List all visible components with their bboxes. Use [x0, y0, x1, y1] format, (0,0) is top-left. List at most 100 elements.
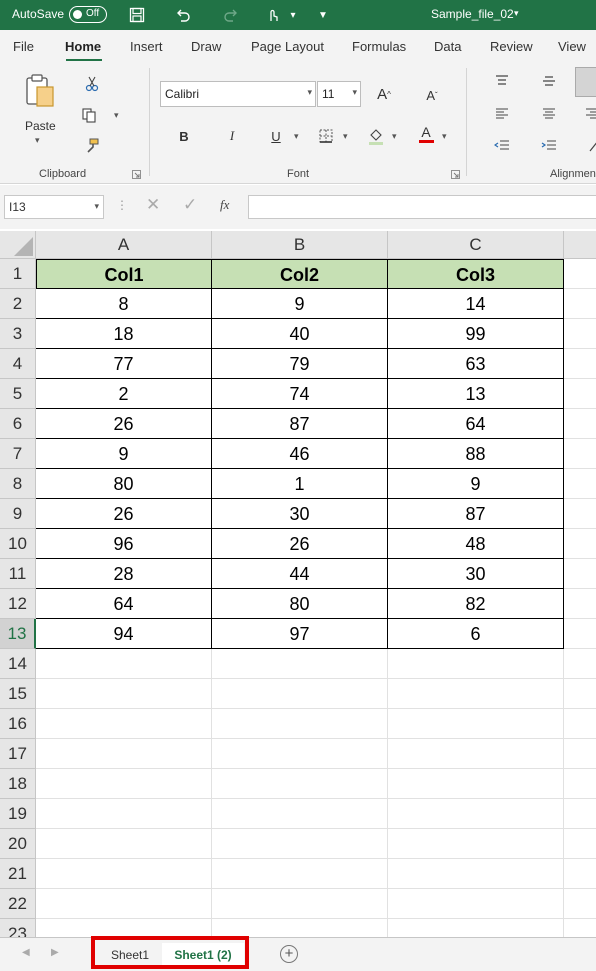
tab-view[interactable]: View [558, 39, 586, 54]
row-header-15[interactable]: 15 [0, 679, 36, 709]
row-header-13[interactable]: 13 [0, 619, 36, 649]
cell-b15[interactable] [212, 679, 388, 709]
cell-b4[interactable]: 79 [212, 349, 388, 379]
row-header-9[interactable]: 9 [0, 499, 36, 529]
row-header-23[interactable]: 23 [0, 919, 36, 937]
cell-c8[interactable]: 9 [388, 469, 564, 499]
cell-a4[interactable]: 77 [36, 349, 212, 379]
cell-a6[interactable]: 26 [36, 409, 212, 439]
row-header-14[interactable]: 14 [0, 649, 36, 679]
cell-b19[interactable] [212, 799, 388, 829]
increase-indent-icon[interactable] [538, 135, 560, 157]
font-color-icon[interactable]: A [415, 123, 437, 145]
cell-c21[interactable] [388, 859, 564, 889]
format-painter-icon[interactable] [81, 135, 103, 157]
paste-label[interactable]: Paste [25, 119, 56, 133]
cell-a14[interactable] [36, 649, 212, 679]
cell-b8[interactable]: 1 [212, 469, 388, 499]
row-header-4[interactable]: 4 [0, 349, 36, 379]
align-left-icon[interactable] [491, 103, 513, 125]
next-sheet-icon[interactable]: ▶ [51, 947, 59, 958]
cell-d20[interactable] [564, 829, 596, 859]
tab-home[interactable]: Home [65, 39, 101, 54]
row-header-18[interactable]: 18 [0, 769, 36, 799]
cell-b16[interactable] [212, 709, 388, 739]
cell-c10[interactable]: 48 [388, 529, 564, 559]
row-header-20[interactable]: 20 [0, 829, 36, 859]
cell-d19[interactable] [564, 799, 596, 829]
row-header-7[interactable]: 7 [0, 439, 36, 469]
cell-c9[interactable]: 87 [388, 499, 564, 529]
italic-button[interactable]: I [221, 125, 243, 147]
cell-b3[interactable]: 40 [212, 319, 388, 349]
touch-mode-icon[interactable] [262, 4, 284, 26]
cell-c3[interactable]: 99 [388, 319, 564, 349]
autosave-toggle[interactable]: Off [69, 6, 107, 23]
decrease-font-size-icon[interactable]: Aˇ [421, 84, 443, 106]
redo-icon[interactable] [220, 4, 242, 26]
cell-b1[interactable]: Col2 [212, 259, 388, 289]
row-header-2[interactable]: 2 [0, 289, 36, 319]
cancel-entry-icon[interactable]: ✕ [146, 195, 160, 215]
title-chevron-icon[interactable]: ▾ [514, 8, 519, 19]
cell-a12[interactable]: 64 [36, 589, 212, 619]
cell-c23[interactable] [388, 919, 564, 937]
cell-a15[interactable] [36, 679, 212, 709]
fill-color-icon[interactable] [365, 125, 387, 147]
cell-d22[interactable] [564, 889, 596, 919]
save-icon[interactable] [126, 4, 148, 26]
clipboard-launcher-icon[interactable] [132, 170, 141, 179]
tab-file[interactable]: File [13, 39, 34, 54]
worksheet-grid[interactable]: A B C 1 Col1 Col2 Col3 2 8 9 14 3 18 40 99 4 77 79 63 5 2 74 1… [0, 231, 596, 937]
borders-icon[interactable] [315, 125, 337, 147]
cell-d1[interactable] [564, 259, 596, 289]
insert-function-icon[interactable]: fx [220, 197, 229, 213]
orientation-icon[interactable] [583, 135, 596, 157]
row-header-6[interactable]: 6 [0, 409, 36, 439]
tab-page-layout[interactable]: Page Layout [251, 39, 324, 54]
cell-b21[interactable] [212, 859, 388, 889]
chevron-down-icon[interactable]: ▾ [282, 4, 304, 26]
row-header-8[interactable]: 8 [0, 469, 36, 499]
cell-c1[interactable]: Col3 [388, 259, 564, 289]
cell-c2[interactable]: 14 [388, 289, 564, 319]
cell-b23[interactable] [212, 919, 388, 937]
copy-chevron-icon[interactable]: ▾ [114, 110, 119, 121]
underline-chevron-icon[interactable]: ▾ [294, 131, 299, 142]
font-launcher-icon[interactable] [451, 170, 460, 179]
cell-d4[interactable] [564, 349, 596, 379]
row-header-12[interactable]: 12 [0, 589, 36, 619]
cell-d11[interactable] [564, 559, 596, 589]
align-bottom-button[interactable] [575, 67, 596, 97]
tab-data[interactable]: Data [434, 39, 461, 54]
cell-c12[interactable]: 82 [388, 589, 564, 619]
cell-a18[interactable] [36, 769, 212, 799]
cell-a10[interactable]: 96 [36, 529, 212, 559]
cell-d14[interactable] [564, 649, 596, 679]
cell-d18[interactable] [564, 769, 596, 799]
cell-a16[interactable] [36, 709, 212, 739]
cell-d8[interactable] [564, 469, 596, 499]
cell-b14[interactable] [212, 649, 388, 679]
cell-b2[interactable]: 9 [212, 289, 388, 319]
borders-chevron-icon[interactable]: ▾ [343, 131, 348, 142]
column-header-c[interactable]: C [388, 231, 564, 259]
cell-d6[interactable] [564, 409, 596, 439]
font-size-select[interactable]: 11 ▾ [317, 81, 361, 107]
font-name-select[interactable]: Calibri ▾ [160, 81, 316, 107]
cell-b7[interactable]: 46 [212, 439, 388, 469]
cell-b6[interactable]: 87 [212, 409, 388, 439]
name-box[interactable]: I13 ▾ [4, 195, 104, 219]
row-header-10[interactable]: 10 [0, 529, 36, 559]
paste-icon[interactable] [24, 74, 56, 113]
cell-d9[interactable] [564, 499, 596, 529]
undo-icon[interactable] [172, 4, 194, 26]
cell-c22[interactable] [388, 889, 564, 919]
cell-d2[interactable] [564, 289, 596, 319]
confirm-entry-icon[interactable]: ✓ [183, 195, 197, 215]
row-header-22[interactable]: 22 [0, 889, 36, 919]
cell-c15[interactable] [388, 679, 564, 709]
document-title[interactable]: Sample_file_02 [431, 7, 514, 21]
paste-chevron-icon[interactable]: ▾ [35, 135, 40, 146]
formula-input[interactable] [248, 195, 596, 219]
